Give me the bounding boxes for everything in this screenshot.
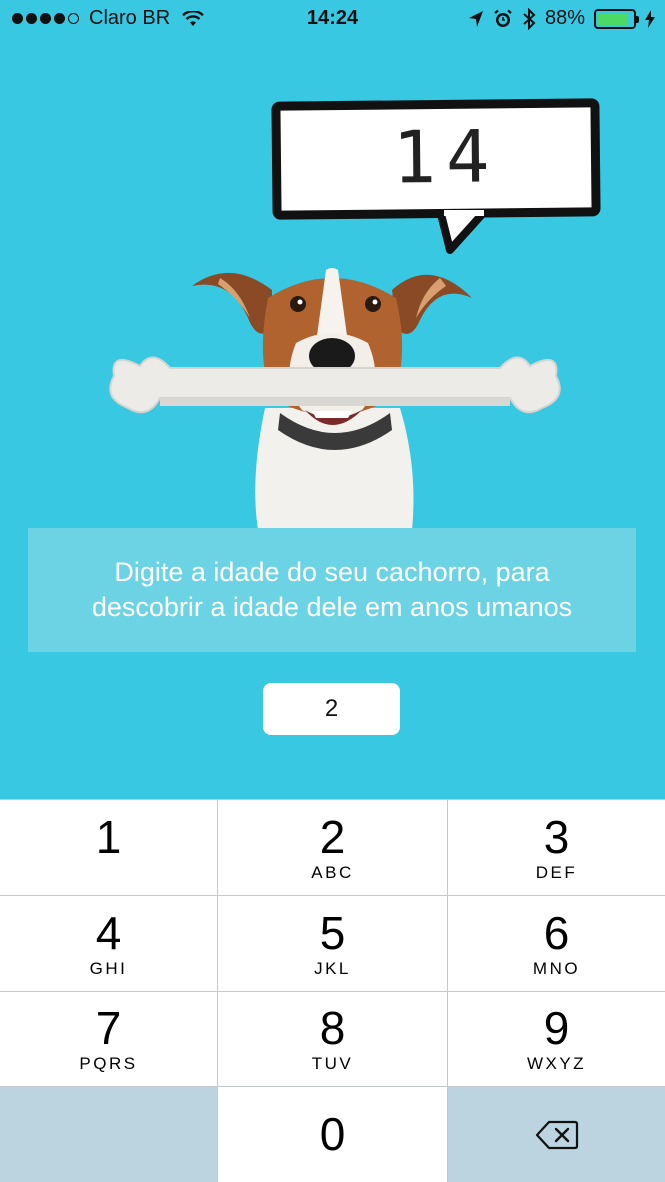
instructions-text: Digite a idade do seu cachorro, para des… [91, 557, 573, 622]
location-arrow-icon [468, 10, 483, 27]
backspace-icon [535, 1120, 578, 1149]
key-digit: 1 [95, 810, 122, 863]
instructions-box: Digite a idade do seu cachorro, para des… [28, 528, 636, 652]
key-3[interactable]: 3 DEF [448, 800, 665, 895]
key-4[interactable]: 4 GHI [0, 896, 217, 991]
key-digit: 7 [95, 1002, 122, 1054]
delete-key[interactable] [448, 1087, 665, 1182]
key-digit: 8 [319, 1002, 346, 1054]
key-digit: 5 [319, 906, 346, 959]
key-digit: 0 [319, 1107, 346, 1160]
key-letters: DEF [535, 862, 578, 882]
status-right: 88% [468, 7, 655, 30]
key-2[interactable]: 2 ABC [218, 800, 447, 895]
numeric-keypad: 1 2 ABC 3 DEF 4 GHI 5 JKL 6 MNO 7 PQRS 8… [0, 799, 665, 1182]
key-letters: WXYZ [526, 1054, 587, 1073]
dog-age-input[interactable] [263, 683, 400, 735]
key-7[interactable]: 7 PQRS [0, 992, 217, 1086]
battery-fill [598, 12, 628, 25]
dog-with-bone-image [109, 268, 561, 530]
key-letters: JKL [314, 958, 351, 978]
key-digit: 9 [543, 1002, 570, 1054]
status-bar: Claro BR 14:24 88% [0, 0, 665, 38]
key-letters: MNO [532, 958, 581, 978]
key-5[interactable]: 5 JKL [218, 896, 447, 991]
human-age-result: 14 [392, 114, 500, 200]
key-digit: 4 [95, 906, 122, 959]
bluetooth-icon [523, 7, 536, 30]
charging-bolt-icon [645, 9, 655, 28]
key-9[interactable]: 9 WXYZ [448, 992, 665, 1086]
key-letters: GHI [89, 958, 128, 978]
speech-bubble: 14 [271, 98, 601, 220]
key-blank [0, 1087, 217, 1182]
key-1[interactable]: 1 [0, 800, 217, 895]
key-digit: 3 [543, 810, 570, 863]
key-digit: 2 [319, 810, 346, 863]
battery-icon [594, 8, 639, 29]
key-letters: PQRS [79, 1054, 138, 1073]
key-letters: TUV [311, 1054, 354, 1073]
key-0[interactable]: 0 [218, 1087, 447, 1182]
key-letters: ABC [311, 862, 354, 882]
key-digit: 6 [543, 906, 570, 959]
key-6[interactable]: 6 MNO [448, 896, 665, 991]
alarm-clock-icon [494, 9, 512, 27]
battery-percent: 88% [544, 7, 585, 29]
key-8[interactable]: 8 TUV [218, 992, 447, 1086]
